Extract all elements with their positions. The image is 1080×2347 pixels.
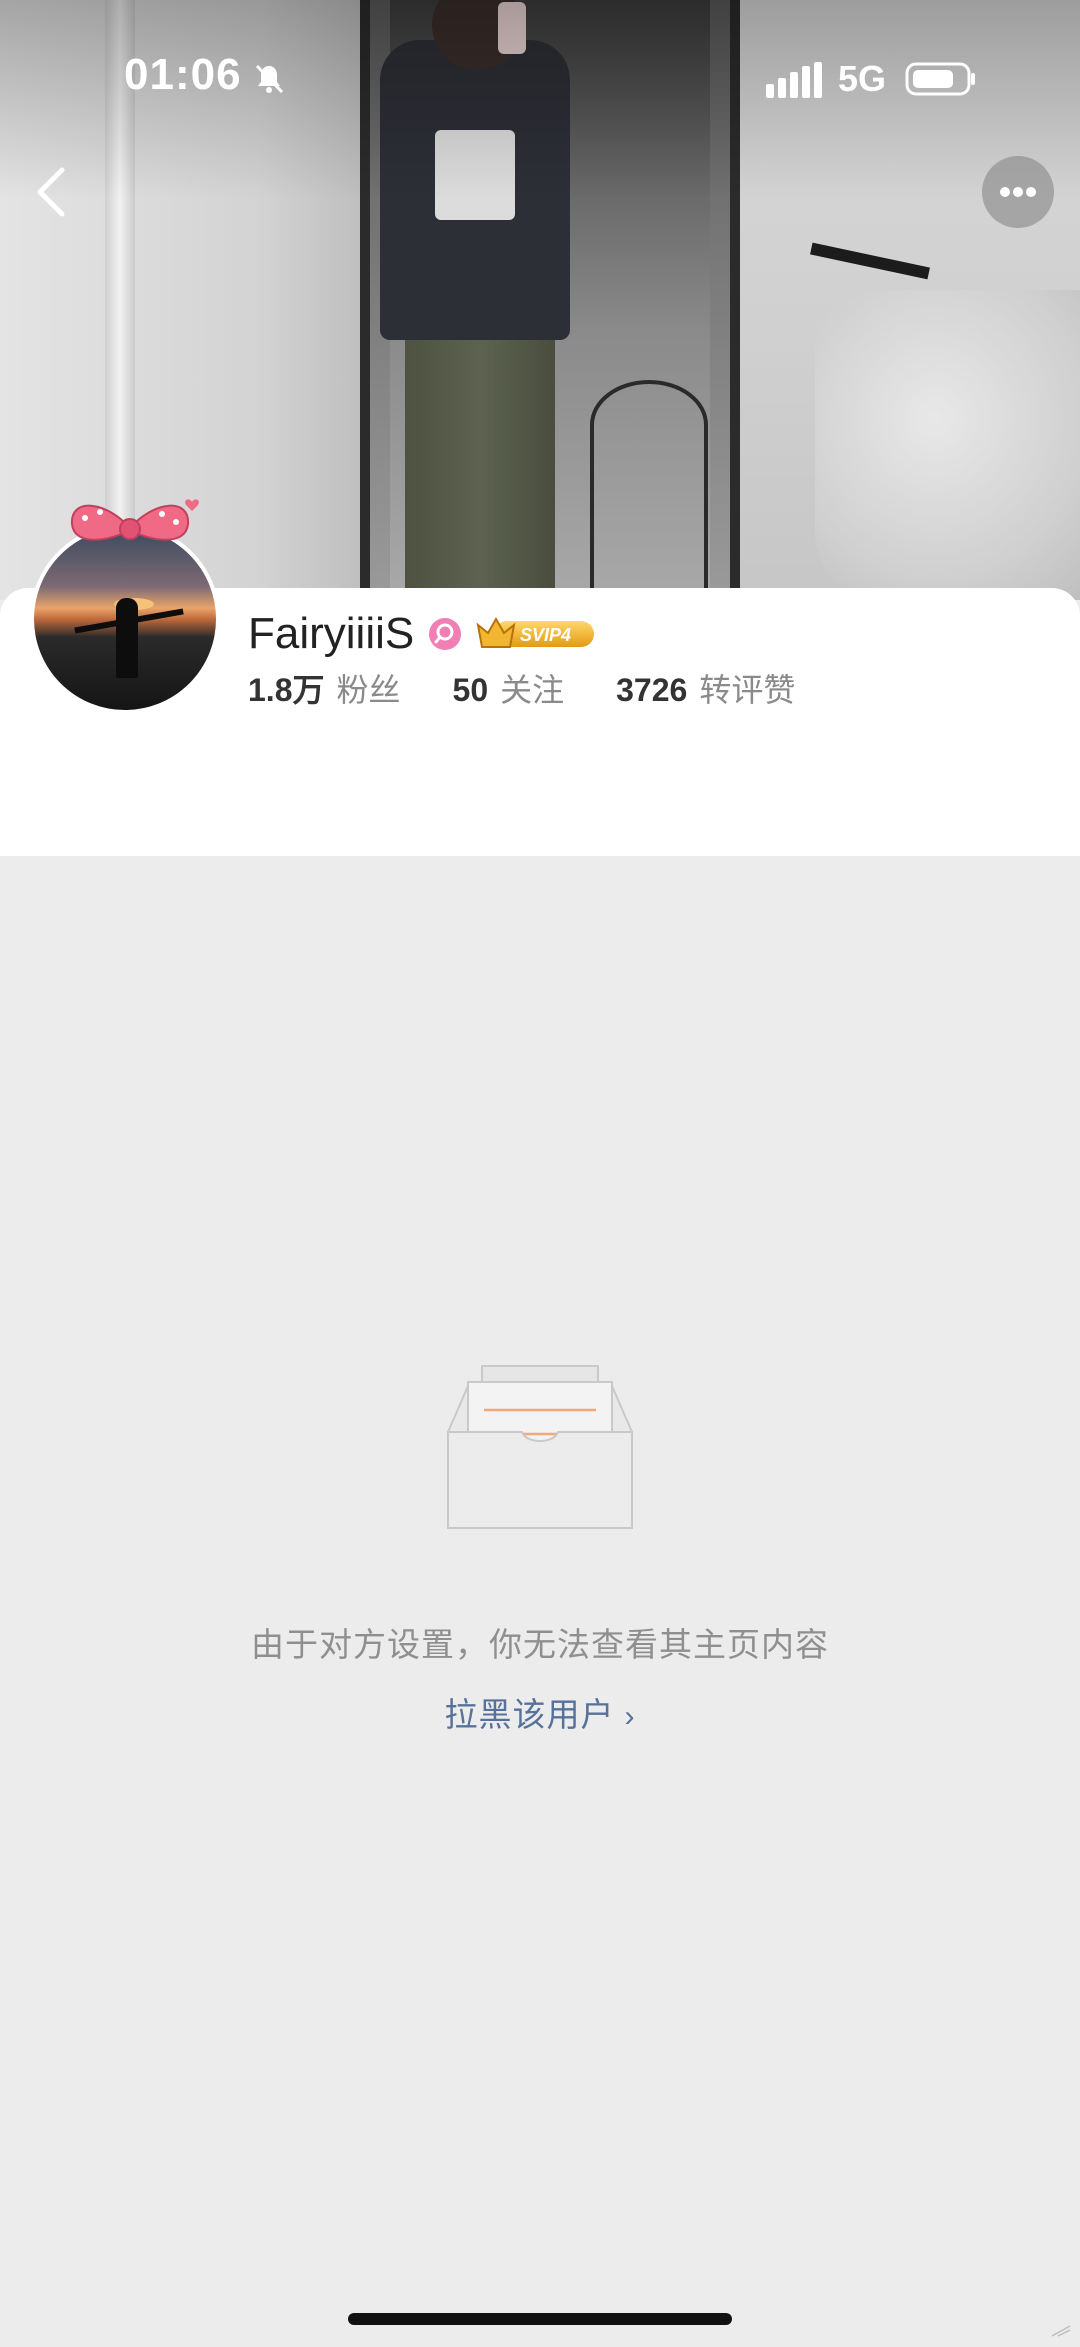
block-user-label: 拉黑该用户 [444,1696,615,1733]
stat-following[interactable]: 50 关注 [453,665,565,711]
chevron-left-icon[interactable] [22,160,78,224]
verified-icon[interactable] [428,617,462,651]
bow-decoration-icon [70,499,199,541]
username[interactable]: FairyiiiiS [248,609,414,659]
stat-value: 50 [452,672,489,708]
empty-inbox-icon [446,1365,634,1529]
cover-stool [590,380,708,600]
home-indicator[interactable] [348,2313,732,2325]
stat-label: 转评赞 [699,672,796,708]
stat-value: 3726 [616,672,688,708]
svip-badge-label: SVIP4 [520,625,571,645]
cover-rack [810,242,930,280]
status-time: 01:06 [124,50,242,99]
cover-hoodie [815,290,1080,600]
network-type: 5G [838,58,887,99]
empty-message: 由于对方设置，你无法查看其主页内容 [251,1626,829,1663]
stat-followers[interactable]: 1.8万 粉丝 [248,665,401,711]
avatar-container[interactable] [30,499,220,714]
battery-icon [905,62,975,96]
chevron-right-icon: › [624,1700,636,1733]
status-bar: 01:06 5G [0,40,1080,120]
avatar-person [116,598,138,678]
watermark-icon [1051,2325,1071,2337]
stat-value: 1.8万 [248,672,325,708]
signal-icon [766,62,822,98]
stat-likes[interactable]: 3726 转评赞 [616,665,795,711]
cover-figure-legs [405,300,555,600]
stat-label: 关注 [500,672,565,708]
block-user-link[interactable]: 拉黑该用户 › [0,1688,1080,1736]
more-dots-icon [1000,187,1036,197]
bell-off-icon [255,64,284,94]
username-row: FairyiiiiS SVIP4 [248,604,598,664]
stat-label: 粉丝 [336,672,401,708]
stats-row: 1.8万 粉丝 50 关注 3726 转评赞 [248,664,847,712]
svip-badge[interactable]: SVIP4 [476,615,598,653]
more-button[interactable] [982,156,1054,228]
